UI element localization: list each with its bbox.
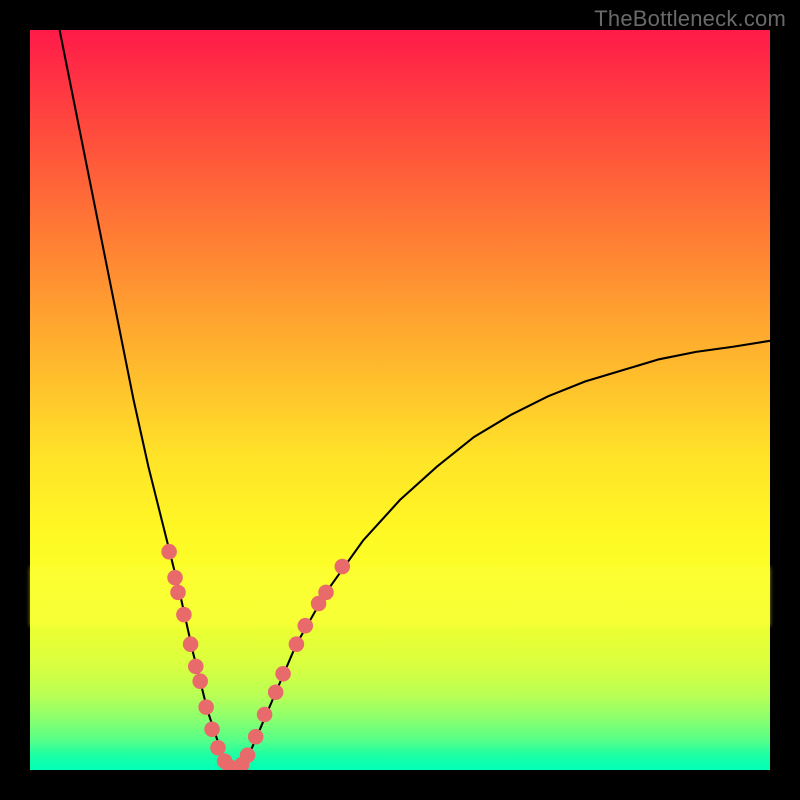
data-point [204, 722, 220, 738]
data-point [248, 729, 264, 745]
data-point [240, 747, 256, 763]
data-point [188, 659, 204, 675]
data-point [176, 607, 192, 623]
data-point [183, 636, 199, 652]
data-point [167, 570, 183, 586]
data-point [268, 685, 284, 701]
curve-right [234, 341, 771, 770]
highlight-points [161, 544, 350, 770]
chart-frame: TheBottleneck.com [0, 0, 800, 800]
data-point [192, 673, 208, 689]
data-point [275, 666, 291, 682]
data-point [318, 585, 334, 601]
curve-svg [30, 30, 770, 770]
data-point [298, 618, 314, 634]
data-point [161, 544, 177, 560]
data-point [198, 699, 214, 715]
data-point [257, 707, 273, 723]
curve-left [60, 30, 234, 770]
data-point [170, 585, 186, 601]
watermark-text: TheBottleneck.com [594, 6, 786, 32]
data-point [289, 636, 305, 652]
plot-area [30, 30, 770, 770]
data-point [210, 740, 226, 756]
data-point [335, 559, 351, 575]
